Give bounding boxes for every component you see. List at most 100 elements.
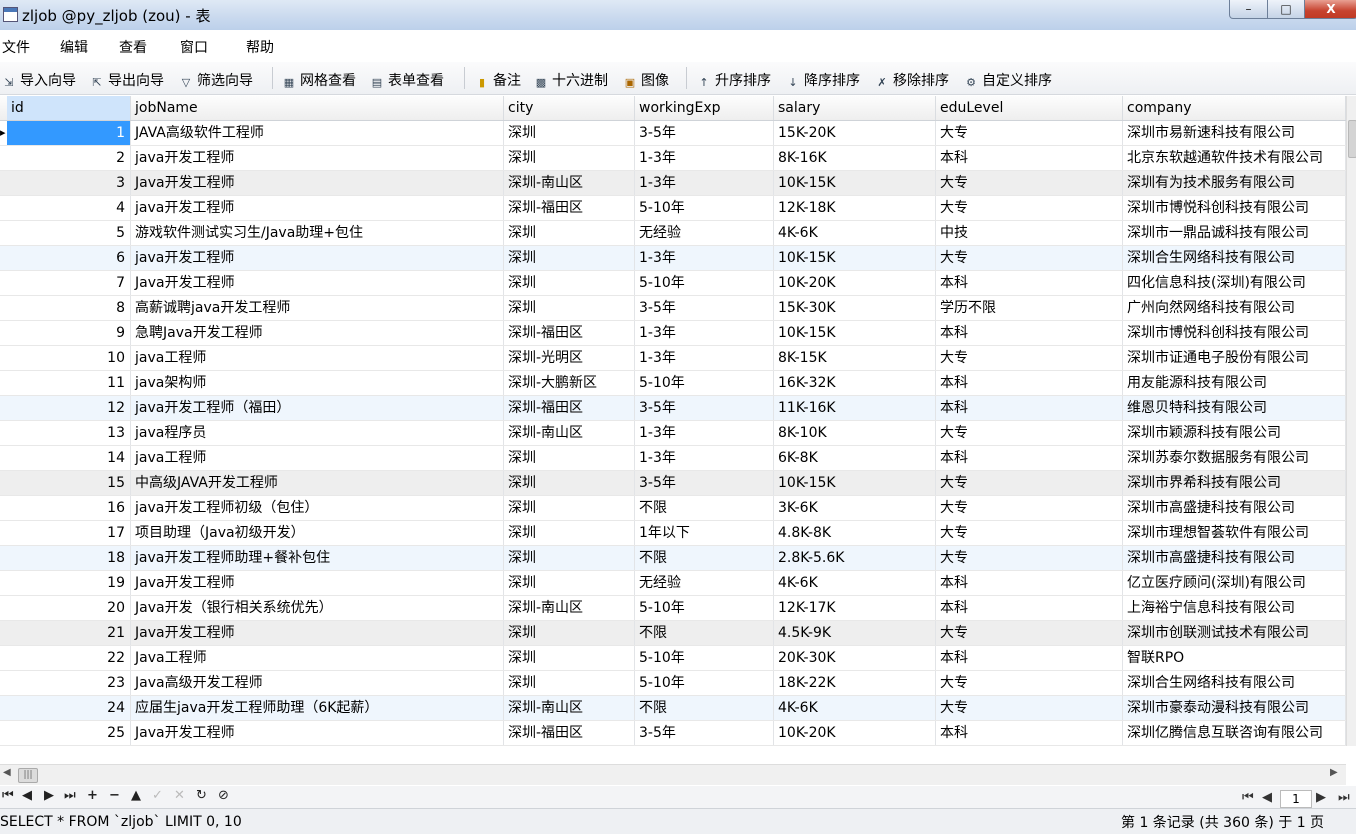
- cell-city[interactable]: 深圳: [504, 621, 635, 645]
- table-row[interactable]: 7 Java开发工程师 深圳 5-10年 10K-20K 本科 四化信息科技(深圳)有限公司: [0, 271, 1346, 296]
- row-selector[interactable]: [0, 446, 7, 470]
- row-selector[interactable]: [0, 171, 7, 195]
- previous-record-icon[interactable]: ◀: [22, 788, 32, 803]
- cell-jobname[interactable]: JAVA高级软件工程师: [131, 121, 504, 145]
- sort-desc-button[interactable]: ↓ 降序排序: [786, 70, 860, 89]
- cell-workingexp[interactable]: 1年以下: [635, 521, 774, 545]
- cell-company[interactable]: 深圳市创联测试技术有限公司: [1123, 621, 1346, 645]
- cell-workingexp[interactable]: 5-10年: [635, 371, 774, 395]
- vertical-scrollbar[interactable]: [1346, 96, 1356, 746]
- table-row[interactable]: 17 项目助理（Java初级开发） 深圳 1年以下 4.8K-8K 大专 深圳市理想智荟软件…: [0, 521, 1346, 546]
- cell-id[interactable]: 19: [7, 571, 131, 595]
- cell-id[interactable]: 12: [7, 396, 131, 420]
- cell-city[interactable]: 深圳: [504, 646, 635, 670]
- cell-workingexp[interactable]: 1-3年: [635, 146, 774, 170]
- row-selector[interactable]: [0, 646, 7, 670]
- table-row[interactable]: 21 Java开发工程师 深圳 不限 4.5K-9K 大专 深圳市创联测试技术有限公司: [0, 621, 1346, 646]
- table-row[interactable]: 20 Java开发（银行相关系统优先） 深圳-南山区 5-10年 12K-17K 本科 上海…: [0, 596, 1346, 621]
- cell-city[interactable]: 深圳-福田区: [504, 396, 635, 420]
- cell-city[interactable]: 深圳-南山区: [504, 171, 635, 195]
- row-selector[interactable]: [0, 321, 7, 345]
- refresh-icon[interactable]: ↻: [196, 788, 207, 803]
- horizontal-scrollbar[interactable]: ◀ ||| ▶: [0, 764, 1346, 785]
- cell-edulevel[interactable]: 本科: [936, 596, 1123, 620]
- cell-city[interactable]: 深圳-南山区: [504, 596, 635, 620]
- cell-company[interactable]: 深圳市豪泰动漫科技有限公司: [1123, 696, 1346, 720]
- cell-edulevel[interactable]: 本科: [936, 571, 1123, 595]
- table-row[interactable]: 9 急聘Java开发工程师 深圳-福田区 1-3年 10K-15K 本科 深圳市博悦科创科技…: [0, 321, 1346, 346]
- cell-workingexp[interactable]: 3-5年: [635, 471, 774, 495]
- stop-icon[interactable]: ⊘: [218, 788, 229, 803]
- cell-salary[interactable]: 8K-15K: [774, 346, 936, 370]
- row-selector[interactable]: [0, 521, 7, 545]
- cell-city[interactable]: 深圳-南山区: [504, 421, 635, 445]
- cell-salary[interactable]: 4K-6K: [774, 221, 936, 245]
- cell-workingexp[interactable]: 3-5年: [635, 121, 774, 145]
- cell-company[interactable]: 深圳市界希科技有限公司: [1123, 471, 1346, 495]
- cell-city[interactable]: 深圳: [504, 121, 635, 145]
- cell-jobname[interactable]: java工程师: [131, 446, 504, 470]
- cell-company[interactable]: 深圳市证通电子股份有限公司: [1123, 346, 1346, 370]
- cell-edulevel[interactable]: 大专: [936, 471, 1123, 495]
- cell-workingexp[interactable]: 不限: [635, 546, 774, 570]
- column-header-jobname[interactable]: jobName: [131, 96, 504, 120]
- cell-id[interactable]: 22: [7, 646, 131, 670]
- cell-jobname[interactable]: java开发工程师助理+餐补包住: [131, 546, 504, 570]
- cell-jobname[interactable]: java程序员: [131, 421, 504, 445]
- cell-city[interactable]: 深圳-福田区: [504, 321, 635, 345]
- cell-id[interactable]: 3: [7, 171, 131, 195]
- cell-jobname[interactable]: Java开发（银行相关系统优先）: [131, 596, 504, 620]
- cell-jobname[interactable]: java工程师: [131, 346, 504, 370]
- cell-city[interactable]: 深圳: [504, 246, 635, 270]
- menu-file[interactable]: 文件: [2, 37, 30, 57]
- cell-company[interactable]: 深圳合生网络科技有限公司: [1123, 671, 1346, 695]
- cell-edulevel[interactable]: 大专: [936, 421, 1123, 445]
- cell-edulevel[interactable]: 本科: [936, 396, 1123, 420]
- cell-city[interactable]: 深圳: [504, 221, 635, 245]
- cell-workingexp[interactable]: 5-10年: [635, 271, 774, 295]
- table-row[interactable]: 23 Java高级开发工程师 深圳 5-10年 18K-22K 大专 深圳合生网络科技有限公…: [0, 671, 1346, 696]
- cell-city[interactable]: 深圳: [504, 671, 635, 695]
- cell-company[interactable]: 深圳市博悦科创科技有限公司: [1123, 196, 1346, 220]
- column-header-city[interactable]: city: [504, 96, 635, 120]
- add-record-icon[interactable]: +: [87, 788, 98, 803]
- cell-company[interactable]: 智联RPO: [1123, 646, 1346, 670]
- cell-jobname[interactable]: java开发工程师初级（包住）: [131, 496, 504, 520]
- cell-salary[interactable]: 11K-16K: [774, 396, 936, 420]
- cell-edulevel[interactable]: 本科: [936, 146, 1123, 170]
- cell-salary[interactable]: 8K-16K: [774, 146, 936, 170]
- cell-salary[interactable]: 10K-15K: [774, 471, 936, 495]
- cell-id[interactable]: 9: [7, 321, 131, 345]
- cell-edulevel[interactable]: 本科: [936, 321, 1123, 345]
- cell-city[interactable]: 深圳: [504, 446, 635, 470]
- row-selector[interactable]: [0, 721, 7, 745]
- row-selector[interactable]: [0, 246, 7, 270]
- cell-jobname[interactable]: java开发工程师（福田）: [131, 396, 504, 420]
- cell-id[interactable]: 18: [7, 546, 131, 570]
- table-row[interactable]: 14 java工程师 深圳 1-3年 6K-8K 本科 深圳苏泰尔数据服务有限公司: [0, 446, 1346, 471]
- last-page-icon[interactable]: ⏭: [1338, 790, 1350, 805]
- grid-view-button[interactable]: ▦ 网格查看: [282, 70, 356, 89]
- table-row[interactable]: 24 应届生java开发工程师助理（6K起薪） 深圳-南山区 不限 4K-6K 大专 深圳市…: [0, 696, 1346, 721]
- cell-workingexp[interactable]: 1-3年: [635, 321, 774, 345]
- cell-id[interactable]: 1: [7, 121, 131, 145]
- cell-company[interactable]: 深圳市博悦科创科技有限公司: [1123, 321, 1346, 345]
- delete-record-icon[interactable]: −: [109, 788, 120, 803]
- cell-salary[interactable]: 15K-20K: [774, 121, 936, 145]
- row-selector[interactable]: [0, 296, 7, 320]
- cell-company[interactable]: 广州向然网络科技有限公司: [1123, 296, 1346, 320]
- first-record-icon[interactable]: ⏮: [2, 788, 14, 803]
- cell-jobname[interactable]: java开发工程师: [131, 196, 504, 220]
- cell-jobname[interactable]: Java高级开发工程师: [131, 671, 504, 695]
- cell-salary[interactable]: 4K-6K: [774, 571, 936, 595]
- cell-edulevel[interactable]: 大专: [936, 346, 1123, 370]
- vertical-scroll-thumb[interactable]: [1348, 120, 1356, 158]
- cell-city[interactable]: 深圳: [504, 521, 635, 545]
- column-header-workingexp[interactable]: workingExp: [635, 96, 774, 120]
- cell-id[interactable]: 10: [7, 346, 131, 370]
- row-selector[interactable]: [0, 221, 7, 245]
- cell-id[interactable]: 16: [7, 496, 131, 520]
- column-header-id[interactable]: id: [7, 96, 131, 120]
- cell-edulevel[interactable]: 本科: [936, 446, 1123, 470]
- up-icon[interactable]: ▲: [131, 788, 141, 803]
